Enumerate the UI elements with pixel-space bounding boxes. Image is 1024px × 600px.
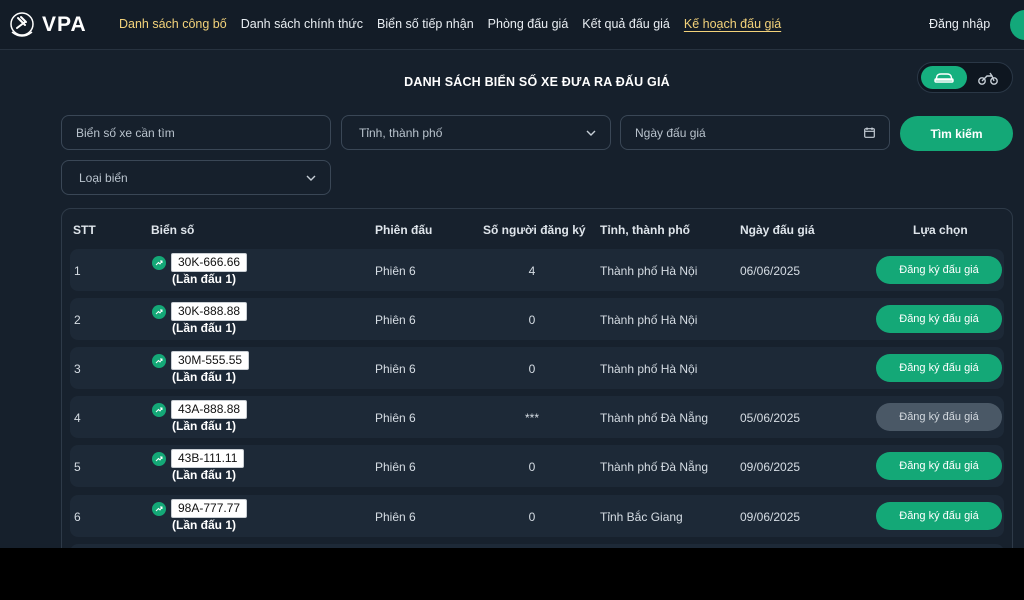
row-session: Phiên 6 [375, 313, 416, 327]
header-session: Phiên đấu [375, 223, 433, 237]
login-link[interactable]: Đăng nhập [929, 17, 990, 31]
header-province: Tỉnh, thành phố [600, 223, 690, 237]
auction-round: (Lần đấu 1) [172, 272, 237, 286]
auction-round: (Lần đấu 1) [172, 419, 237, 433]
auction-date-placeholder: Ngày đấu giá [635, 125, 706, 140]
row-session: Phiên 6 [375, 510, 416, 524]
trend-up-icon [152, 256, 166, 270]
calendar-icon [864, 127, 875, 138]
row-stt: 2 [74, 313, 81, 327]
province-select[interactable]: Tỉnh, thành phố [341, 115, 611, 150]
browser-viewport: VPA Danh sách công bố Danh sách chính th… [0, 0, 1024, 548]
logo-text: VPA [42, 13, 87, 36]
plate-number[interactable]: 30K-666.66 [171, 253, 248, 272]
page-title: DANH SÁCH BIỂN SỐ XE ĐƯA RA ĐẤU GIÁ [404, 75, 670, 89]
province-placeholder: Tỉnh, thành phố [359, 125, 443, 140]
row-stt: 6 [74, 510, 81, 524]
table-row: 6 98A-777.77 (Lần đấu 1) Phiên 6 0 Tỉnh Bắc G… [70, 495, 1004, 537]
plate-search-placeholder: Biển số xe cần tìm [76, 125, 175, 140]
trend-up-icon [152, 452, 166, 466]
row-province: Thành phố Hà Nội [600, 313, 698, 327]
register-button-partial[interactable] [1010, 10, 1024, 40]
row-session: Phiên 6 [375, 460, 416, 474]
row-province: Thành phố Hà Nội [600, 362, 698, 376]
table-row: 4 43A-888.88 (Lần đấu 1) Phiên 6 *** Thành ph… [70, 396, 1004, 438]
trend-up-icon [152, 502, 166, 516]
register-auction-button[interactable]: Đăng ký đấu giá [876, 256, 1002, 284]
nav-item-auction-plan[interactable]: Kế hoạch đấu giá [684, 17, 781, 31]
auction-round: (Lần đấu 1) [172, 468, 237, 482]
row-date: 06/06/2025 [740, 264, 801, 278]
nav-item-auction-room[interactable]: Phòng đấu giá [488, 17, 569, 31]
row-date: 05/06/2025 [740, 411, 801, 425]
table-row [70, 544, 1004, 548]
row-registrants: *** [524, 411, 539, 425]
trend-up-icon [152, 354, 166, 368]
plate-number[interactable]: 30K-888.88 [171, 302, 248, 321]
row-registrants: 0 [528, 510, 536, 524]
row-province: Thành phố Đà Nẵng [600, 460, 709, 474]
register-auction-button[interactable]: Đăng ký đấu giá [876, 403, 1002, 431]
chevron-down-icon [306, 175, 316, 181]
header-date: Ngày đấu giá [740, 223, 815, 237]
register-auction-button[interactable]: Đăng ký đấu giá [876, 502, 1002, 530]
row-province: Thành phố Đà Nẵng [600, 411, 709, 425]
vehicle-type-toggle [917, 62, 1013, 93]
table-row: 2 30K-888.88 (Lần đấu 1) Phiên 6 0 Thành phố … [70, 298, 1004, 340]
nav-item-received-plates[interactable]: Biển số tiếp nhận [377, 17, 474, 31]
table-row: 1 30K-666.66 (Lần đấu 1) Phiên 6 4 Thành phố … [70, 249, 1004, 291]
auction-round: (Lần đấu 1) [172, 518, 237, 532]
nav-item-official-list[interactable]: Danh sách chính thức [241, 17, 363, 31]
header-plate: Biển số [151, 223, 195, 237]
nav-item-published-list[interactable]: Danh sách công bố [119, 17, 227, 31]
row-date: 09/06/2025 [740, 510, 801, 524]
header-registrants: Số người đăng ký [483, 223, 586, 237]
table-row: 5 43B-111.11 (Lần đấu 1) Phiên 6 0 Thành phố … [70, 445, 1004, 487]
auction-date-picker[interactable]: Ngày đấu giá [620, 115, 890, 150]
car-toggle-option[interactable] [921, 66, 967, 89]
row-province: Thành phố Hà Nội [600, 264, 698, 278]
motorbike-icon [978, 72, 998, 85]
row-session: Phiên 6 [375, 411, 416, 425]
row-registrants: 0 [528, 460, 536, 474]
main-nav: Danh sách công bố Danh sách chính thức B… [119, 17, 781, 31]
row-registrants: 0 [528, 362, 536, 376]
motorbike-toggle-option[interactable] [965, 66, 1011, 89]
register-auction-button[interactable]: Đăng ký đấu giá [876, 305, 1002, 333]
header-stt: STT [73, 223, 96, 237]
top-header: VPA Danh sách công bố Danh sách chính th… [0, 0, 1024, 50]
header-action: Lựa chọn [913, 223, 968, 237]
register-auction-button[interactable]: Đăng ký đấu giá [876, 354, 1002, 382]
car-icon [934, 72, 954, 83]
register-auction-button[interactable]: Đăng ký đấu giá [876, 452, 1002, 480]
auction-round: (Lần đấu 1) [172, 370, 237, 384]
row-registrants: 4 [528, 264, 536, 278]
emblem-logo-icon [10, 12, 34, 37]
trend-up-icon [152, 305, 166, 319]
plate-number[interactable]: 43A-888.88 [171, 400, 248, 419]
row-date: 09/06/2025 [740, 460, 801, 474]
auction-round: (Lần đấu 1) [172, 321, 237, 335]
plate-number[interactable]: 98A-777.77 [171, 499, 248, 518]
row-registrants: 0 [528, 313, 536, 327]
plate-number[interactable]: 30M-555.55 [171, 351, 250, 370]
plate-type-select[interactable]: Loại biển [61, 160, 331, 195]
plate-number[interactable]: 43B-111.11 [171, 449, 245, 468]
chevron-down-icon [586, 130, 596, 136]
logo[interactable]: VPA [6, 10, 87, 40]
plates-table: STT Biển số Phiên đấu Số người đăng ký T… [61, 208, 1013, 548]
trend-up-icon [152, 403, 166, 417]
search-button[interactable]: Tìm kiếm [900, 116, 1013, 151]
row-stt: 4 [74, 411, 81, 425]
plate-search-input[interactable]: Biển số xe cần tìm [61, 115, 331, 150]
plate-type-placeholder: Loại biển [79, 170, 128, 185]
table-row: 3 30M-555.55 (Lần đấu 1) Phiên 6 0 Thành phố … [70, 347, 1004, 389]
row-stt: 1 [74, 264, 81, 278]
row-session: Phiên 6 [375, 362, 416, 376]
row-province: Tỉnh Bắc Giang [600, 510, 683, 524]
row-session: Phiên 6 [375, 264, 416, 278]
nav-item-auction-results[interactable]: Kết quả đấu giá [582, 17, 670, 31]
row-stt: 5 [74, 460, 81, 474]
row-stt: 3 [74, 362, 81, 376]
